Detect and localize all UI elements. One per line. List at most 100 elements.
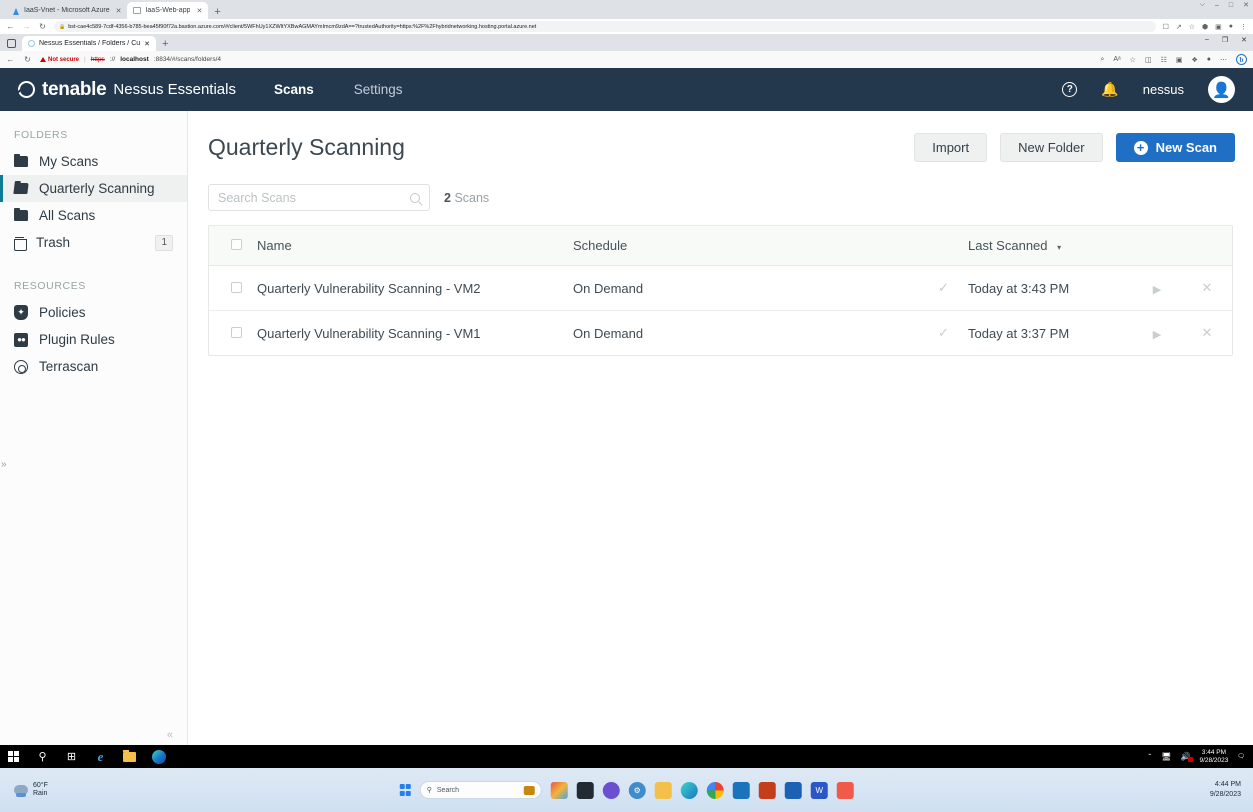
column-header-name[interactable]: Name — [257, 226, 573, 266]
star-icon[interactable]: ☆ — [1189, 23, 1195, 31]
collections-icon[interactable]: ☷ — [1161, 56, 1167, 64]
edge-icon[interactable] — [151, 749, 166, 764]
reload-icon[interactable]: ↻ — [38, 22, 47, 31]
windows-start-icon[interactable] — [399, 784, 411, 796]
terminal-icon[interactable] — [576, 781, 594, 799]
close-icon[interactable]: ✕ — [1202, 280, 1213, 295]
windows-start-icon[interactable] — [6, 750, 21, 763]
import-button[interactable]: Import — [914, 133, 988, 162]
row-checkbox[interactable] — [231, 281, 242, 293]
sidebar-item-my-scans[interactable]: My Scans — [0, 148, 187, 175]
notification-bell-icon[interactable]: 🔔 — [1101, 81, 1118, 98]
sidebar-collapse-chevron-icon[interactable]: « — [167, 729, 173, 741]
file-explorer-icon[interactable] — [654, 781, 672, 799]
chrome-icon[interactable] — [706, 781, 724, 799]
restore-icon[interactable]: ❐ — [1222, 36, 1228, 44]
table-row[interactable]: Quarterly Vulnerability Scanning - VM2 O… — [209, 265, 1232, 311]
select-all-checkbox[interactable] — [231, 239, 242, 250]
photos-icon[interactable] — [550, 781, 568, 799]
browser-essentials-icon[interactable]: ▣ — [1176, 56, 1183, 64]
sidebar-expand-chevron-icon[interactable]: » — [1, 459, 7, 470]
sidebar-item-trash[interactable]: Trash 1 — [0, 229, 187, 256]
sidebar-item-terrascan[interactable]: Terrascan — [0, 353, 187, 380]
office-icon[interactable] — [758, 781, 776, 799]
zoom-icon[interactable]: ⌕ — [1100, 56, 1104, 64]
read-aloud-icon[interactable]: Aᵃ — [1113, 56, 1120, 63]
network-icon[interactable]: 🖥 — [1161, 752, 1171, 761]
taskbar-search-box[interactable]: ⚲ Search — [419, 781, 542, 799]
new-scan-button[interactable]: + New Scan — [1115, 133, 1235, 162]
row-scan-name[interactable]: Quarterly Vulnerability Scanning - VM2 — [257, 265, 573, 311]
nav-item-scans[interactable]: Scans — [274, 82, 314, 97]
profile-icon[interactable]: ● — [1229, 23, 1233, 30]
sidebar-item-plugin-rules[interactable]: ●● Plugin Rules — [0, 326, 187, 353]
split-screen-icon[interactable]: ◫ — [1145, 56, 1152, 64]
tray-chevron-icon[interactable]: ⌃ — [1147, 753, 1152, 760]
minimize-icon[interactable]: – — [1205, 36, 1209, 44]
sidebar-item-all-scans[interactable]: All Scans — [0, 202, 187, 229]
weather-widget[interactable]: 60°F Rain — [0, 782, 48, 799]
new-tab-button[interactable]: + — [214, 6, 220, 18]
outer-tab-azure[interactable]: IaaS-Vnet - Microsoft Azure ✕ — [6, 2, 127, 19]
file-explorer-icon[interactable] — [122, 749, 137, 762]
bing-copilot-icon[interactable]: b — [1236, 54, 1247, 65]
new-folder-button[interactable]: New Folder — [1000, 133, 1103, 162]
search-icon[interactable]: ⚲ — [35, 750, 50, 763]
outlook-icon[interactable] — [732, 781, 750, 799]
action-center-icon[interactable]: 🗨 — [1237, 753, 1245, 760]
play-icon[interactable]: ▶ — [1153, 329, 1161, 341]
favorite-star-icon[interactable]: ☆ — [1130, 56, 1136, 64]
profile-icon[interactable]: ● — [1207, 56, 1211, 63]
close-icon[interactable]: ✕ — [116, 7, 122, 15]
close-icon[interactable]: ✕ — [196, 7, 202, 15]
column-header-last-scanned[interactable]: Last Scanned ▾ — [968, 226, 1132, 266]
paint-icon[interactable] — [836, 781, 854, 799]
outer-address-bar[interactable]: 🔒 bst-cae4c589-7cdf-4356-b785-bea45f90f7… — [54, 21, 1156, 32]
teams-icon[interactable] — [602, 781, 620, 799]
outer-tab-webapp[interactable]: IaaS-Web-app ✕ — [127, 2, 209, 19]
minimize-icon[interactable]: – — [1215, 2, 1219, 9]
settings-icon[interactable]: ⚙ — [628, 781, 646, 799]
inner-tab-nessus[interactable]: Nessus Essentials / Folders / Cu ✕ — [22, 36, 157, 51]
play-icon[interactable]: ▶ — [1153, 284, 1161, 296]
word-icon[interactable]: W — [810, 781, 828, 799]
menu-icon[interactable]: ⋮ — [1240, 23, 1247, 31]
not-secure-badge[interactable]: Not secure — [40, 57, 79, 63]
new-tab-button[interactable]: + — [162, 38, 168, 50]
maximize-icon[interactable]: □ — [1229, 2, 1233, 9]
edge-icon[interactable] — [680, 781, 698, 799]
collapse-icon[interactable]: ⌵ — [1200, 1, 1205, 9]
close-icon[interactable]: ✕ — [144, 40, 150, 48]
settings-more-icon[interactable]: ⋯ — [1220, 56, 1227, 64]
extensions-icon[interactable]: ⬢ — [1202, 23, 1208, 31]
inner-address-bar[interactable]: Not secure | https:// localhost:8834/#/sc… — [40, 56, 1092, 63]
reload-icon[interactable]: ↻ — [23, 55, 32, 64]
table-row[interactable]: Quarterly Vulnerability Scanning - VM1 O… — [209, 311, 1232, 356]
internet-explorer-icon[interactable]: e — [93, 749, 108, 765]
brand-logo[interactable]: tenable Nessus Essentials — [18, 79, 236, 101]
back-arrow-icon[interactable]: ← — [6, 55, 15, 64]
sidebar-item-policies[interactable]: ✦ Policies — [0, 299, 187, 326]
store-icon[interactable] — [784, 781, 802, 799]
sidebar-item-quarterly-scanning[interactable]: Quarterly Scanning — [0, 175, 187, 202]
row-checkbox[interactable] — [231, 326, 242, 338]
help-icon[interactable]: ? — [1062, 82, 1078, 97]
tray-clock[interactable]: 3:44 PM 9/28/2023 — [1199, 749, 1228, 765]
nav-item-settings[interactable]: Settings — [354, 82, 403, 97]
avatar[interactable]: 👤 — [1208, 76, 1235, 103]
share-icon[interactable]: ↗ — [1176, 23, 1182, 31]
close-icon[interactable]: ✕ — [1243, 1, 1249, 9]
close-icon[interactable]: ✕ — [1202, 325, 1213, 340]
search-scans-box[interactable] — [208, 184, 430, 211]
row-scan-name[interactable]: Quarterly Vulnerability Scanning - VM1 — [257, 311, 573, 356]
tab-actions-icon[interactable] — [7, 39, 16, 48]
volume-muted-icon[interactable]: 🔊 — [1180, 752, 1194, 762]
extensions-icon[interactable]: ❖ — [1191, 56, 1197, 64]
back-arrow-icon[interactable]: ← — [6, 22, 15, 31]
task-view-icon[interactable]: ⊞ — [64, 750, 79, 763]
search-input[interactable] — [218, 190, 410, 205]
bookmark-panel-icon[interactable]: ☐ — [1163, 23, 1169, 31]
close-icon[interactable]: ✕ — [1241, 36, 1247, 44]
column-header-schedule[interactable]: Schedule — [573, 226, 938, 266]
host-system-tray[interactable]: 4:44 PM 9/28/2023 — [1210, 780, 1253, 800]
